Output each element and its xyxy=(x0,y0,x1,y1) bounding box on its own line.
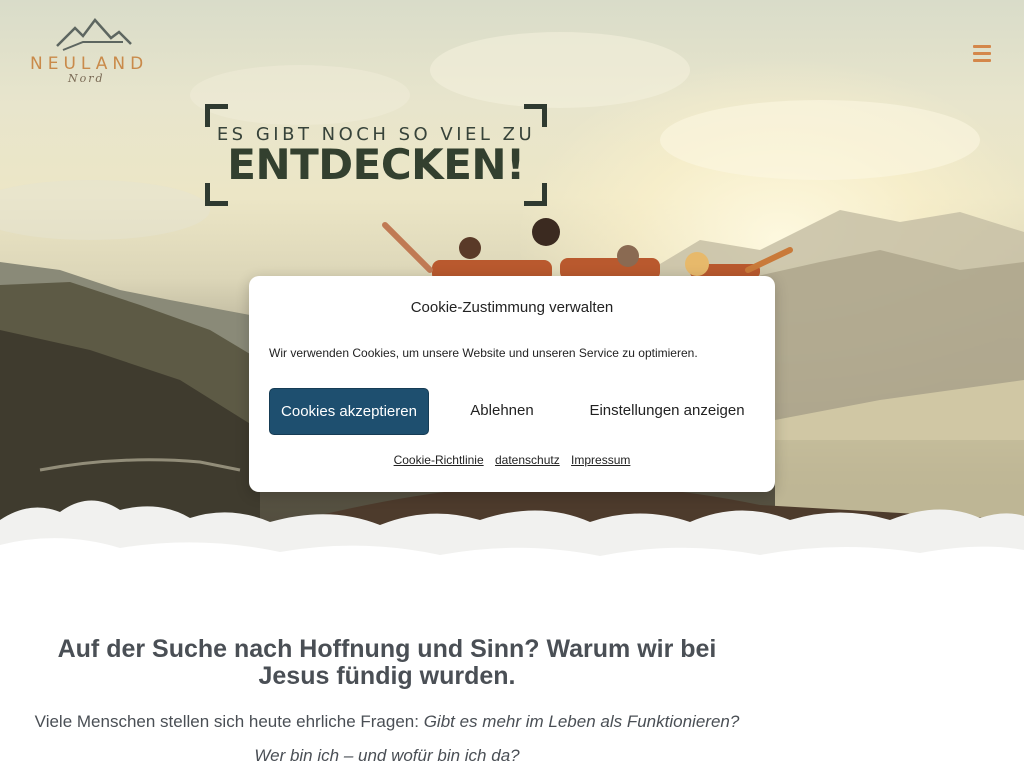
hamburger-menu-button[interactable] xyxy=(968,42,996,66)
hamburger-icon-line xyxy=(973,52,991,55)
cookie-policy-link[interactable]: Cookie-Richtlinie xyxy=(394,453,484,467)
cookie-consent-dialog: Cookie-Zustimmung verwalten Wir verwende… xyxy=(249,276,775,492)
hamburger-icon-line xyxy=(973,59,991,62)
cookie-links: Cookie-Richtlinie datenschutz Impressum xyxy=(249,453,775,467)
imprint-link[interactable]: Impressum xyxy=(571,453,630,467)
deny-cookies-button[interactable]: Ablehnen xyxy=(455,388,549,433)
accept-cookies-button[interactable]: Cookies akzeptieren xyxy=(269,388,429,435)
intro-text: Viele Menschen stellen sich heute ehrlic… xyxy=(34,712,424,731)
section-title: Auf der Suche nach Hoffnung und Sinn? Wa… xyxy=(57,635,717,690)
privacy-link[interactable]: datenschutz xyxy=(495,453,560,467)
intro-question: Gibt es mehr im Leben als Funktionieren? xyxy=(423,712,740,731)
logo-wordmark: NEULAND xyxy=(30,54,149,74)
site-logo[interactable]: NEULAND Nord xyxy=(28,16,143,88)
logo-script-text: Nord xyxy=(68,72,105,85)
hero-headline: ES GIBT NOCH SO VIEL ZU ENTDECKEN! xyxy=(205,104,547,206)
intro-paragraph: Viele Menschen stellen sich heute ehrlic… xyxy=(20,712,754,732)
cookie-dialog-title: Cookie-Zustimmung verwalten xyxy=(410,299,614,316)
hamburger-icon xyxy=(973,45,991,48)
intro-question-2: Wer bin ich – und wofür bin ich da? xyxy=(254,746,520,765)
cookie-dialog-message: Wir verwenden Cookies, um unsere Website… xyxy=(269,346,698,360)
cookie-settings-button[interactable]: Einstellungen anzeigen xyxy=(577,388,757,433)
headline-title: ENTDECKEN! xyxy=(227,140,525,189)
mountain-logo-icon xyxy=(56,18,132,51)
